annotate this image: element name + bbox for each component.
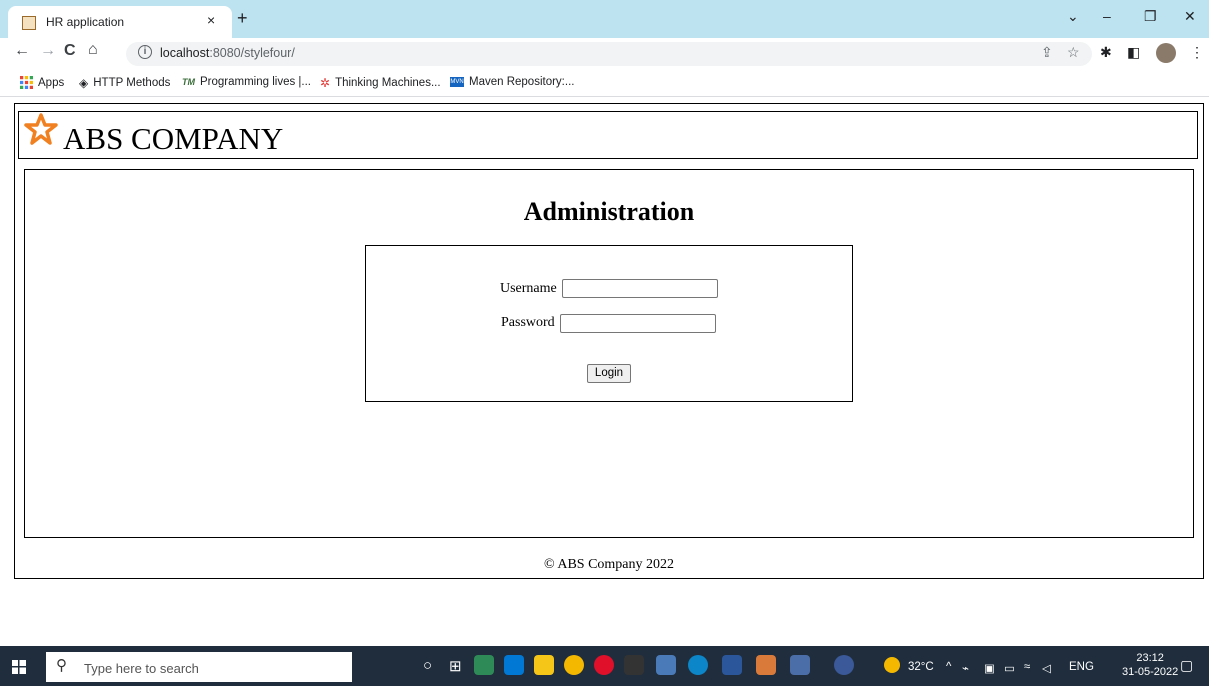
search-icon: ⚲ — [56, 657, 67, 674]
extensions-icon[interactable]: ✱ — [1100, 44, 1112, 61]
network-icon[interactable]: ⌁ — [962, 661, 969, 675]
bookmark-label: Apps — [38, 76, 65, 89]
page-favicon-icon — [22, 16, 36, 30]
bookmark-star-icon[interactable]: ☆ — [1067, 44, 1080, 61]
bookmark-label: Maven Repository:... — [469, 76, 575, 88]
username-input[interactable] — [562, 279, 718, 298]
weather-sun-icon[interactable] — [884, 657, 900, 673]
bookmark-http-methods[interactable]: ◈ HTTP Methods — [79, 76, 170, 90]
tab-title: HR application — [46, 15, 125, 29]
intellij-app-icon[interactable] — [474, 655, 494, 675]
bookmark-thinking-machines[interactable]: ✲ Thinking Machines... — [320, 76, 441, 90]
minimize-button[interactable]: – — [1103, 8, 1111, 24]
windows-start-icon[interactable] — [12, 660, 26, 674]
temperature[interactable]: 32°C — [908, 661, 934, 673]
mail-app-icon[interactable] — [504, 655, 524, 675]
thinking-machines-icon: ✲ — [320, 76, 331, 90]
password-input[interactable] — [560, 314, 716, 333]
username-label: Username — [500, 281, 557, 296]
tab-close-icon[interactable]: × — [207, 12, 215, 28]
url-text: localhost:8080/stylefour/ — [160, 46, 295, 60]
notes-app-icon[interactable] — [790, 655, 810, 675]
home-icon[interactable]: ⌂ — [88, 41, 98, 59]
wifi-icon[interactable]: ≈ — [1024, 661, 1030, 673]
maven-icon: MVN — [450, 77, 464, 87]
footer-copyright: © ABS Company 2022 — [543, 557, 675, 572]
star-logo-icon — [24, 113, 58, 145]
chrome-app-icon[interactable] — [564, 655, 584, 675]
password-label: Password — [501, 315, 555, 330]
bookmark-apps[interactable]: Apps — [20, 76, 64, 89]
share-icon[interactable]: ⇪ — [1041, 44, 1053, 61]
battery-icon[interactable]: ▭ — [1004, 661, 1015, 675]
clock-date: 31-05-2022 — [1122, 666, 1179, 678]
bookmark-label: Thinking Machines... — [335, 77, 441, 89]
help-app-icon[interactable] — [834, 655, 854, 675]
bookmark-maven-repository[interactable]: MVN Maven Repository:... — [450, 76, 574, 88]
java-app-icon[interactable] — [756, 655, 776, 675]
chrome-active-app-icon[interactable] — [656, 655, 676, 675]
side-panel-icon[interactable]: ◧ — [1127, 44, 1140, 61]
tab-hr-application[interactable]: HR application × — [8, 6, 232, 38]
file-explorer-icon[interactable] — [534, 655, 554, 675]
restore-button[interactable]: ❐ — [1144, 8, 1157, 25]
apps-grid-icon — [20, 76, 33, 89]
task-view-icon[interactable]: ⊞ — [449, 657, 462, 675]
meet-now-icon[interactable]: ▣ — [984, 661, 995, 675]
site-info-icon[interactable]: i — [138, 45, 152, 59]
page-title: Administration — [523, 197, 695, 226]
company-name: ABS COMPANY — [63, 121, 284, 156]
show-hidden-icons-icon[interactable]: ^ — [946, 661, 951, 673]
bookmark-label: HTTP Methods — [93, 77, 171, 89]
reload-icon[interactable]: C — [64, 42, 76, 60]
clock[interactable]: 23:12 31-05-2022 — [1122, 651, 1178, 679]
new-tab-button[interactable]: + — [237, 8, 248, 29]
bookmark-label: Programming lives |... — [200, 76, 311, 88]
terminal-app-icon[interactable] — [624, 655, 644, 675]
tm-logo-icon: TM — [182, 77, 195, 87]
clock-time: 23:12 — [1136, 652, 1164, 664]
menu-kebab-icon[interactable]: ⋮ — [1190, 44, 1204, 61]
profile-avatar[interactable] — [1156, 43, 1176, 63]
word-app-icon[interactable] — [722, 655, 742, 675]
taskbar-search-placeholder: Type here to search — [84, 661, 199, 676]
volume-icon[interactable]: ◁ — [1042, 661, 1051, 675]
bookmark-programming-lives[interactable]: TM Programming lives |... — [182, 76, 311, 88]
cortana-icon[interactable]: ○ — [423, 657, 432, 674]
notifications-icon[interactable]: ▢ — [1180, 657, 1193, 674]
close-window-button[interactable]: ✕ — [1184, 8, 1196, 25]
tab-search-icon[interactable]: ⌄ — [1067, 8, 1079, 25]
opera-app-icon[interactable] — [594, 655, 614, 675]
language-indicator[interactable]: ENG — [1069, 661, 1094, 673]
login-button[interactable]: Login — [587, 364, 631, 383]
back-arrow-icon[interactable]: ← — [14, 42, 30, 60]
forward-arrow-icon[interactable]: → — [40, 42, 56, 60]
diamond-icon: ◈ — [79, 76, 89, 90]
edge-app-icon[interactable] — [688, 655, 708, 675]
